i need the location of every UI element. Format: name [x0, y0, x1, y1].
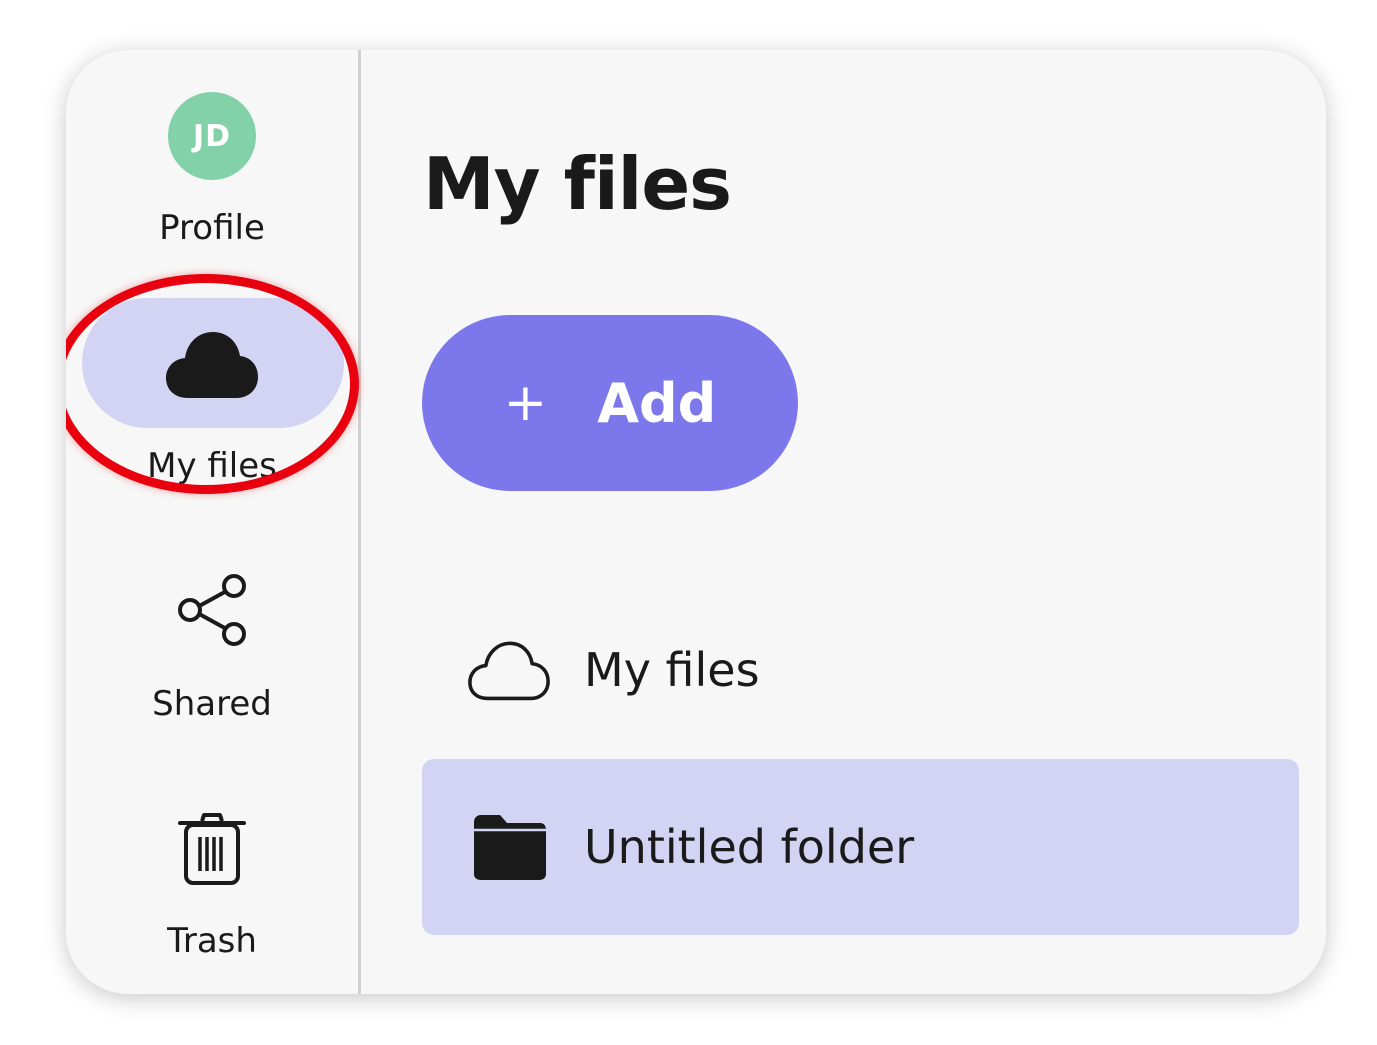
trash-icon — [178, 813, 246, 885]
list-item-label: My files — [584, 643, 760, 697]
sidebar-item-label: Profile — [159, 208, 265, 248]
page-title: My files — [423, 142, 732, 226]
sidebar-item-profile[interactable]: JD Profile — [66, 50, 358, 270]
list-item-label: Untitled folder — [584, 820, 915, 874]
folder-icon — [466, 804, 552, 890]
main-content: My files + Add My files Untitled folder — [361, 50, 1326, 994]
list-item-my-files[interactable]: My files — [422, 582, 1299, 758]
cloud-filled-icon — [166, 332, 258, 398]
sidebar-item-shared[interactable]: Shared — [66, 560, 358, 740]
share-icon — [178, 574, 246, 646]
sidebar-item-label: Trash — [167, 921, 257, 961]
sidebar-item-label: My files — [147, 446, 277, 486]
cloud-outline-icon — [466, 627, 552, 713]
sidebar-item-label: Shared — [152, 684, 272, 724]
list-item-untitled-folder[interactable]: Untitled folder — [422, 759, 1299, 935]
plus-icon: + — [503, 373, 548, 433]
sidebar-item-my-files[interactable]: My files — [66, 298, 358, 498]
sidebar-item-trash[interactable]: Trash — [66, 805, 358, 985]
app-window: JD Profile My files Shared Trash My file… — [66, 50, 1326, 994]
avatar[interactable]: JD — [168, 92, 256, 180]
add-button-label: Add — [597, 371, 717, 435]
sidebar-nav: JD Profile My files Shared Trash — [66, 50, 361, 994]
add-button[interactable]: + Add — [422, 315, 798, 491]
